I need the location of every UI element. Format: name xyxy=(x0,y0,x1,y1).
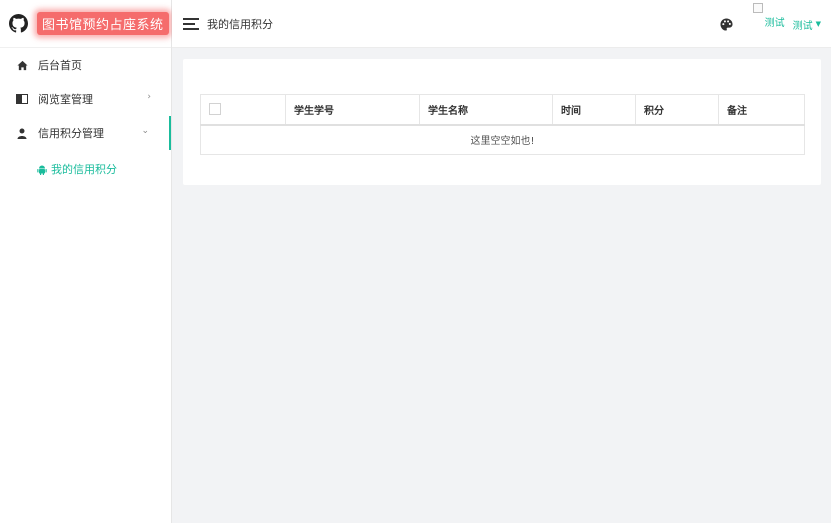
sidebar-item-reading-room[interactable]: 阅览室管理 › xyxy=(0,82,171,116)
sidebar-nav: 后台首页 阅览室管理 › 信用积分管理 ⌄ 我的信用积分 xyxy=(0,48,171,188)
book-icon xyxy=(16,93,28,105)
chevron-right-icon: › xyxy=(147,92,151,102)
sidebar-item-home[interactable]: 后台首页 xyxy=(0,48,171,82)
sidebar-subitem-my-credit[interactable]: 我的信用积分 xyxy=(0,150,171,188)
user-icon xyxy=(16,127,28,139)
avatar-alt-text: 测试 xyxy=(764,18,785,29)
content-card: 学生学号 学生名称 时间 积分 备注 这里空空如也! xyxy=(183,59,821,185)
column-header[interactable]: 积分 xyxy=(635,94,719,126)
username: 测试 xyxy=(792,20,813,32)
page-title: 我的信用积分 xyxy=(207,17,273,31)
sidebar-subitem-label: 我的信用积分 xyxy=(51,163,117,176)
select-all-cell xyxy=(200,94,286,126)
avatar[interactable]: 测试 xyxy=(752,3,785,37)
empty-row: 这里空空如也! xyxy=(200,124,805,155)
column-header[interactable]: 时间 xyxy=(552,94,636,126)
header-right: 测试 测试 ▼ xyxy=(720,0,821,48)
column-header[interactable]: 学生学号 xyxy=(285,94,420,126)
menu-toggle-icon[interactable] xyxy=(183,15,199,33)
logo-area: 图书馆预约占座系统 xyxy=(0,0,171,48)
sidebar-item-label: 阅览室管理 xyxy=(38,93,93,106)
android-icon xyxy=(37,164,47,175)
caret-down-icon: ▼ xyxy=(815,20,821,28)
sidebar: 图书馆预约占座系统 后台首页 阅览室管理 › 信用积分管理 ⌄ 我的信用积分 xyxy=(0,0,172,523)
sidebar-item-label: 信用积分管理 xyxy=(38,127,104,140)
sidebar-item-credit[interactable]: 信用积分管理 ⌄ xyxy=(0,116,171,150)
select-all-checkbox[interactable] xyxy=(209,103,221,116)
top-header: 我的信用积分 测试 测试 ▼ xyxy=(172,0,831,48)
palette-icon[interactable] xyxy=(720,17,733,31)
home-icon xyxy=(16,59,28,71)
broken-image-icon xyxy=(752,3,763,13)
github-icon[interactable] xyxy=(8,14,28,34)
app-title: 图书馆预约占座系统 xyxy=(37,12,169,35)
table-header-row: 学生学号 学生名称 时间 积分 备注 xyxy=(200,94,805,126)
chevron-down-icon: ⌄ xyxy=(141,126,149,136)
user-menu[interactable]: 测试 ▼ xyxy=(793,17,821,32)
sidebar-item-label: 后台首页 xyxy=(38,59,82,72)
empty-state-text: 这里空空如也! xyxy=(200,124,805,155)
column-header[interactable]: 备注 xyxy=(718,94,805,126)
column-header[interactable]: 学生名称 xyxy=(419,94,553,126)
credit-table: 学生学号 学生名称 时间 积分 备注 这里空空如也! xyxy=(200,94,805,155)
